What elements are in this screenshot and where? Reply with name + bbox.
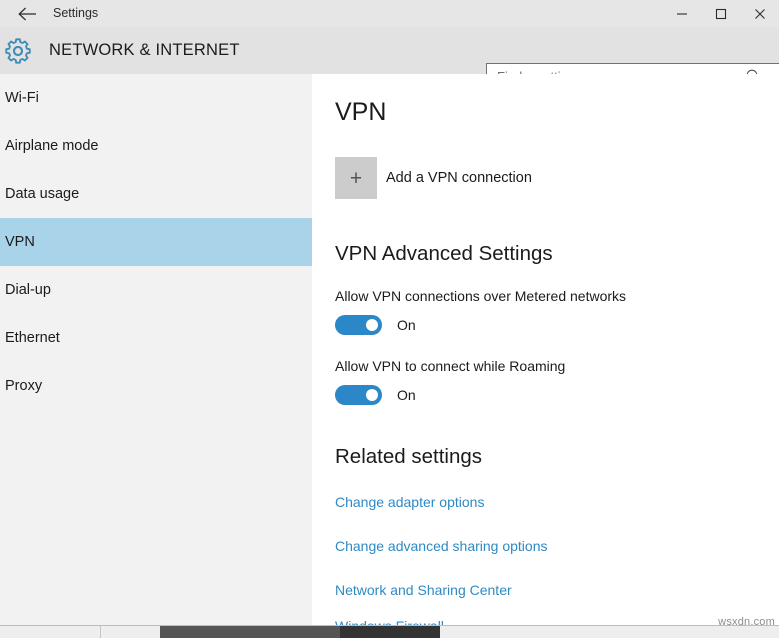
advanced-settings-heading: VPN Advanced Settings: [335, 242, 553, 266]
metered-networks-toggle-row: On: [335, 315, 416, 335]
add-vpn-connection-button[interactable]: +: [335, 157, 377, 199]
sidebar-item-label: Dial-up: [5, 282, 51, 298]
minimize-icon: [676, 8, 688, 20]
sidebar-item-label: Proxy: [5, 378, 42, 394]
sidebar-item-ethernet[interactable]: Ethernet: [0, 314, 312, 362]
link-network-and-sharing-center[interactable]: Network and Sharing Center: [335, 582, 512, 598]
roaming-label: Allow VPN to connect while Roaming: [335, 358, 565, 374]
settings-window: Settings NETWORK & INTE: [0, 0, 779, 638]
page-title: VPN: [335, 98, 386, 127]
sidebar-item-label: Wi-Fi: [5, 90, 39, 106]
close-button[interactable]: [740, 0, 779, 27]
taskbar-segment-dark: [340, 626, 440, 638]
taskbar-divider: [100, 626, 101, 638]
roaming-toggle[interactable]: [335, 385, 382, 405]
plus-icon: +: [350, 168, 362, 189]
maximize-button[interactable]: [701, 0, 740, 27]
settings-sidebar: Wi-Fi Airplane mode Data usage VPN Dial-…: [0, 74, 312, 638]
sidebar-item-vpn[interactable]: VPN: [0, 218, 312, 266]
back-button[interactable]: [8, 1, 46, 26]
taskbar-segment-light: [160, 626, 340, 638]
sidebar-item-data-usage[interactable]: Data usage: [0, 170, 312, 218]
sidebar-item-label: Ethernet: [5, 330, 60, 346]
sidebar-item-label: Airplane mode: [5, 138, 99, 154]
sidebar-item-dial-up[interactable]: Dial-up: [0, 266, 312, 314]
minimize-button[interactable]: [662, 0, 701, 27]
category-header: NETWORK & INTERNET Find a setting: [0, 27, 779, 74]
back-arrow-icon: [18, 7, 37, 21]
watermark: wsxdn.com: [718, 616, 775, 628]
close-icon: [754, 8, 766, 20]
sidebar-item-wi-fi[interactable]: Wi-Fi: [0, 74, 312, 122]
page-category-title: NETWORK & INTERNET: [49, 27, 240, 74]
gear-icon: [4, 37, 32, 65]
window-controls: [662, 0, 779, 27]
sidebar-item-airplane-mode[interactable]: Airplane mode: [0, 122, 312, 170]
related-settings-heading: Related settings: [335, 445, 482, 469]
taskbar-strip: [0, 626, 779, 638]
title-bar: Settings: [0, 0, 779, 27]
roaming-toggle-row: On: [335, 385, 416, 405]
sidebar-item-label: VPN: [5, 234, 35, 250]
maximize-icon: [715, 8, 727, 20]
window-title: Settings: [53, 0, 98, 27]
toggle-knob: [366, 389, 378, 401]
metered-networks-state: On: [397, 317, 416, 333]
add-vpn-connection-label[interactable]: Add a VPN connection: [386, 157, 532, 199]
sidebar-item-label: Data usage: [5, 186, 79, 202]
metered-networks-label: Allow VPN connections over Metered netwo…: [335, 288, 626, 304]
metered-networks-toggle[interactable]: [335, 315, 382, 335]
roaming-state: On: [397, 387, 416, 403]
link-change-advanced-sharing-options[interactable]: Change advanced sharing options: [335, 538, 548, 554]
settings-content: VPN + Add a VPN connection VPN Advanced …: [312, 74, 779, 638]
link-change-adapter-options[interactable]: Change adapter options: [335, 494, 484, 510]
toggle-knob: [366, 319, 378, 331]
sidebar-item-proxy[interactable]: Proxy: [0, 362, 312, 410]
